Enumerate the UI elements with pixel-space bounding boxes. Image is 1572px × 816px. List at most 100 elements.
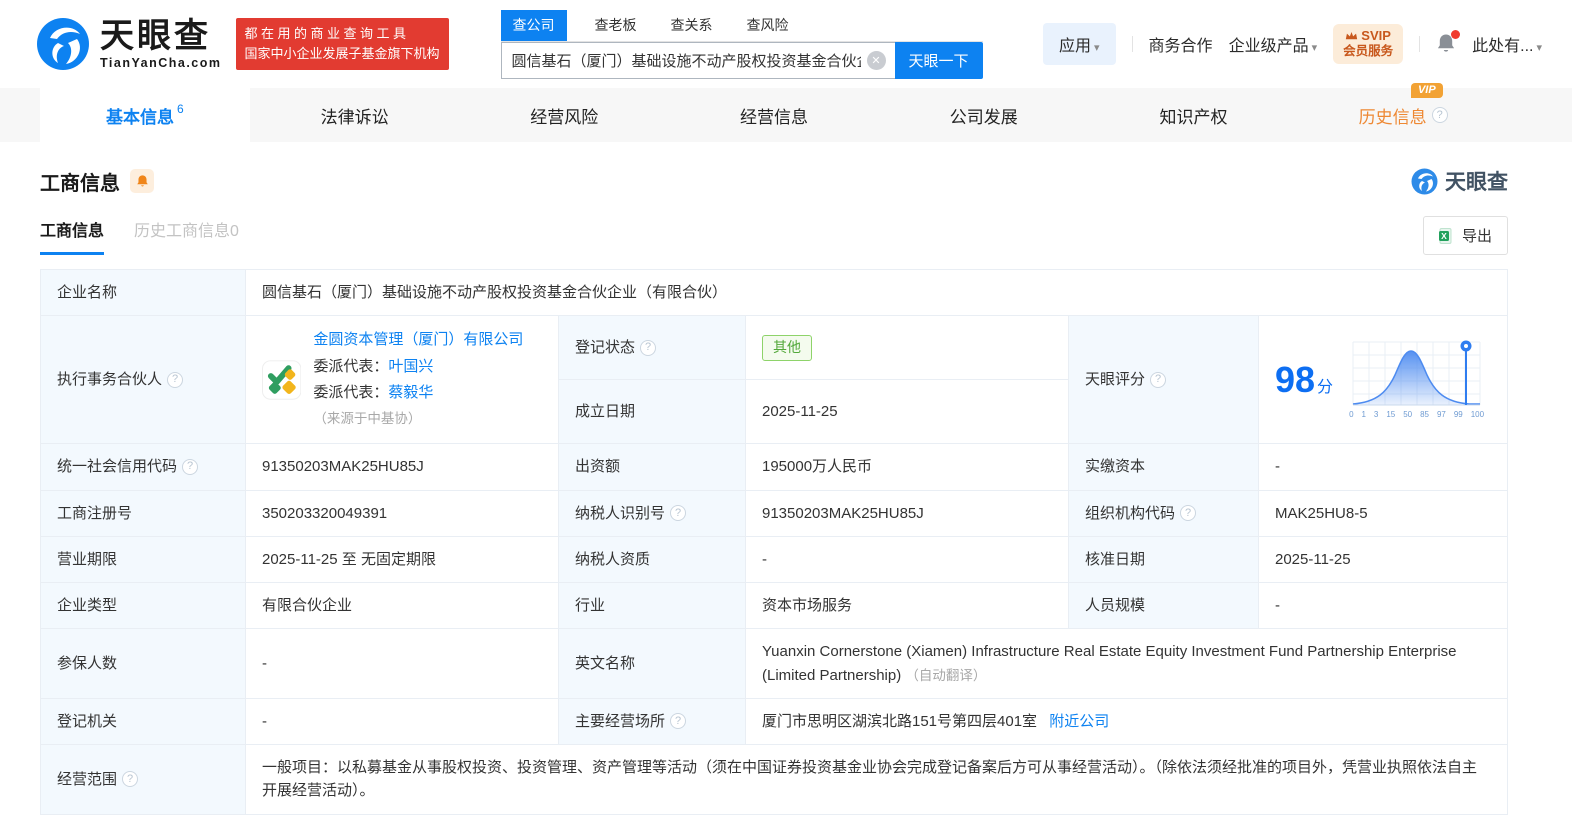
tab-label: 经营风险: [530, 107, 599, 127]
subtab-business-registration[interactable]: 工商信息: [40, 217, 105, 255]
search-tab-company[interactable]: 查公司: [500, 9, 567, 41]
table-row: 企业名称 圆信基石（厦门）基础设施不动产股权投资基金合伙企业（有限合伙）: [40, 268, 1508, 317]
user-menu-label: 此处有...: [1472, 38, 1534, 55]
contribution-label: 出资额: [558, 443, 746, 491]
business-scope-label: 经营范围: [57, 770, 118, 788]
business-info-table: 企业名称 圆信基石（厦门）基础设施不动产股权投资基金合伙企业（有限合伙） 执行事…: [40, 268, 1508, 815]
org-code-value: MAK25HU8-5: [1258, 489, 1508, 537]
help-icon[interactable]: ?: [1150, 371, 1167, 388]
user-menu-dropdown[interactable]: 此处有... ▾: [1472, 32, 1542, 56]
search-tab-risk[interactable]: 查风险: [735, 10, 801, 41]
main-content: 工商信息 天眼查 工商信息 历史工商信息0 X 导出 企业名称 圆信基石（厦门）…: [0, 166, 1572, 815]
rep2-link[interactable]: 蔡毅华: [388, 384, 433, 401]
credit-code-label-cell: 统一社会信用代码 ?: [40, 443, 246, 491]
help-icon[interactable]: ?: [182, 458, 199, 475]
svip-member-badge[interactable]: SVIP 会员服务: [1333, 24, 1404, 64]
search-tabs: 查公司 查老板 查关系 查风险: [500, 9, 983, 42]
approval-date-label: 核准日期: [1068, 535, 1259, 584]
nav-item-business-coop[interactable]: 商务合作: [1149, 32, 1213, 56]
tab-operational-risk[interactable]: 经营风险: [459, 88, 669, 142]
partner-company-link[interactable]: 金圆资本管理（厦门）有限公司: [313, 331, 523, 348]
status-badge: 其他: [762, 334, 812, 361]
help-icon[interactable]: ?: [670, 505, 687, 522]
tianyancha-watermark-icon: [1411, 168, 1438, 194]
nearby-companies-link[interactable]: 附近公司: [1049, 713, 1109, 730]
table-row: 企业类型 有限合伙企业 行业 资本市场服务 人员规模 -: [40, 581, 1508, 630]
table-row: 营业期限 2025-11-25 至 无固定期限 纳税人资质 - 核准日期 202…: [40, 535, 1508, 584]
tab-label: 历史信息: [1358, 107, 1427, 127]
subscribe-bell-button[interactable]: [130, 169, 154, 193]
score-cell: 98 分 0 1 3 15 50 85 97 99 100: [1258, 315, 1508, 445]
help-icon[interactable]: ?: [640, 339, 657, 356]
tab-company-development[interactable]: 公司发展: [879, 88, 1089, 142]
reg-authority-label: 登记机关: [40, 697, 246, 746]
logo-domain: TianYanCha.com: [100, 55, 222, 70]
subtab-history-registration[interactable]: 历史工商信息0: [134, 217, 239, 255]
staff-size-label: 人员规模: [1068, 581, 1259, 630]
help-icon[interactable]: ?: [1431, 107, 1448, 123]
table-row: 统一社会信用代码 ? 91350203MAK25HU85J 出资额 195000…: [40, 443, 1508, 491]
company-tab-bar: 基本信息 6 法律诉讼 经营风险 经营信息 公司发展 知识产权 历史信息 VIP…: [0, 82, 1572, 142]
tab-label: 经营信息: [740, 107, 809, 127]
score-label-cell: 天眼评分 ?: [1068, 315, 1259, 445]
help-icon[interactable]: ?: [1180, 505, 1197, 522]
paid-capital-value: -: [1258, 443, 1508, 491]
industry-label: 行业: [558, 581, 746, 630]
search-tab-boss[interactable]: 查老板: [583, 10, 649, 41]
business-term-label: 营业期限: [40, 535, 246, 584]
establish-date-label: 成立日期: [558, 379, 746, 445]
reg-authority-value: -: [245, 697, 559, 746]
apps-dropdown[interactable]: 应用 ▾: [1043, 23, 1116, 65]
executive-partner-label-cell: 执行事务合伙人 ?: [40, 315, 246, 445]
tab-history-info[interactable]: 历史信息 VIP ?: [1298, 82, 1508, 142]
org-code-label: 组织机构代码: [1085, 504, 1176, 522]
notifications-button[interactable]: [1436, 30, 1461, 55]
premises-label: 主要经营场所: [575, 712, 666, 730]
vip-badge: VIP: [1410, 82, 1443, 98]
tab-intellectual-property[interactable]: 知识产权: [1089, 88, 1299, 142]
search-input[interactable]: [500, 41, 895, 79]
industry-value: 资本市场服务: [745, 581, 1069, 630]
table-row: 经营范围 ? 一般项目：以私募基金从事股权投资、投资管理、资产管理等活动（须在中…: [40, 744, 1508, 815]
tab-legal-proceedings[interactable]: 法律诉讼: [250, 88, 460, 142]
staff-size-value: -: [1258, 581, 1508, 630]
insured-count-label: 参保人数: [40, 628, 246, 699]
tab-label: 知识产权: [1159, 107, 1228, 127]
credit-code-label: 统一社会信用代码: [57, 458, 178, 476]
help-icon[interactable]: ?: [122, 771, 139, 788]
chevron-down-icon: ▾: [1536, 42, 1542, 54]
english-name-label: 英文名称: [558, 628, 746, 699]
contribution-value: 195000万人民币: [745, 443, 1069, 491]
reg-number-value: 350203320049391: [245, 489, 559, 537]
slogan-line1: 都在用的商业查询工具: [244, 25, 410, 41]
search-tab-relation[interactable]: 查关系: [659, 10, 725, 41]
table-row: 执行事务合伙人 ? 金圆资本管理（厦门）有限公司 委派代表：叶国兴 委派代表：蔡…: [40, 315, 1508, 445]
english-name-value: Yuanxin Cornerstone (Xiamen) Infrastruct…: [762, 643, 1457, 684]
clear-icon[interactable]: ✕: [866, 50, 886, 70]
export-button[interactable]: X 导出: [1422, 216, 1508, 255]
chevron-down-icon: ▾: [1311, 42, 1318, 54]
auto-translate-note: （自动翻译）: [905, 667, 987, 683]
premises-value: 厦门市思明区湖滨北路151号第四层401室: [762, 712, 1038, 730]
rep1-link[interactable]: 叶国兴: [388, 358, 433, 375]
help-icon[interactable]: ?: [167, 371, 184, 388]
reg-status-label-cell: 登记状态 ?: [558, 315, 746, 381]
search-button[interactable]: 天眼一下: [894, 41, 983, 79]
divider: [1131, 36, 1133, 52]
svg-text:X: X: [1441, 230, 1447, 240]
logo-text: 天眼查: [100, 16, 211, 55]
tab-business-info[interactable]: 经营信息: [669, 88, 879, 142]
nav-item-enterprise-products[interactable]: 企业级产品 ▾: [1229, 32, 1318, 56]
help-icon[interactable]: ?: [670, 713, 687, 730]
tab-basic-info[interactable]: 基本信息 6: [40, 88, 250, 142]
insured-count-value: -: [245, 628, 559, 699]
tianyancha-logo-icon: [37, 18, 89, 70]
company-name-value: 圆信基石（厦门）基础设施不动产股权投资基金合伙企业（有限合伙）: [245, 268, 1508, 317]
score-marker-pin: [1460, 340, 1472, 406]
org-code-label-cell: 组织机构代码 ?: [1068, 489, 1259, 537]
score-label: 天眼评分: [1085, 371, 1146, 389]
tianyancha-logo[interactable]: 天眼查 TianYanCha.com: [36, 17, 222, 71]
divider: [1419, 36, 1421, 52]
tab-label: 公司发展: [949, 107, 1018, 127]
tab-label: 法律诉讼: [320, 107, 389, 127]
